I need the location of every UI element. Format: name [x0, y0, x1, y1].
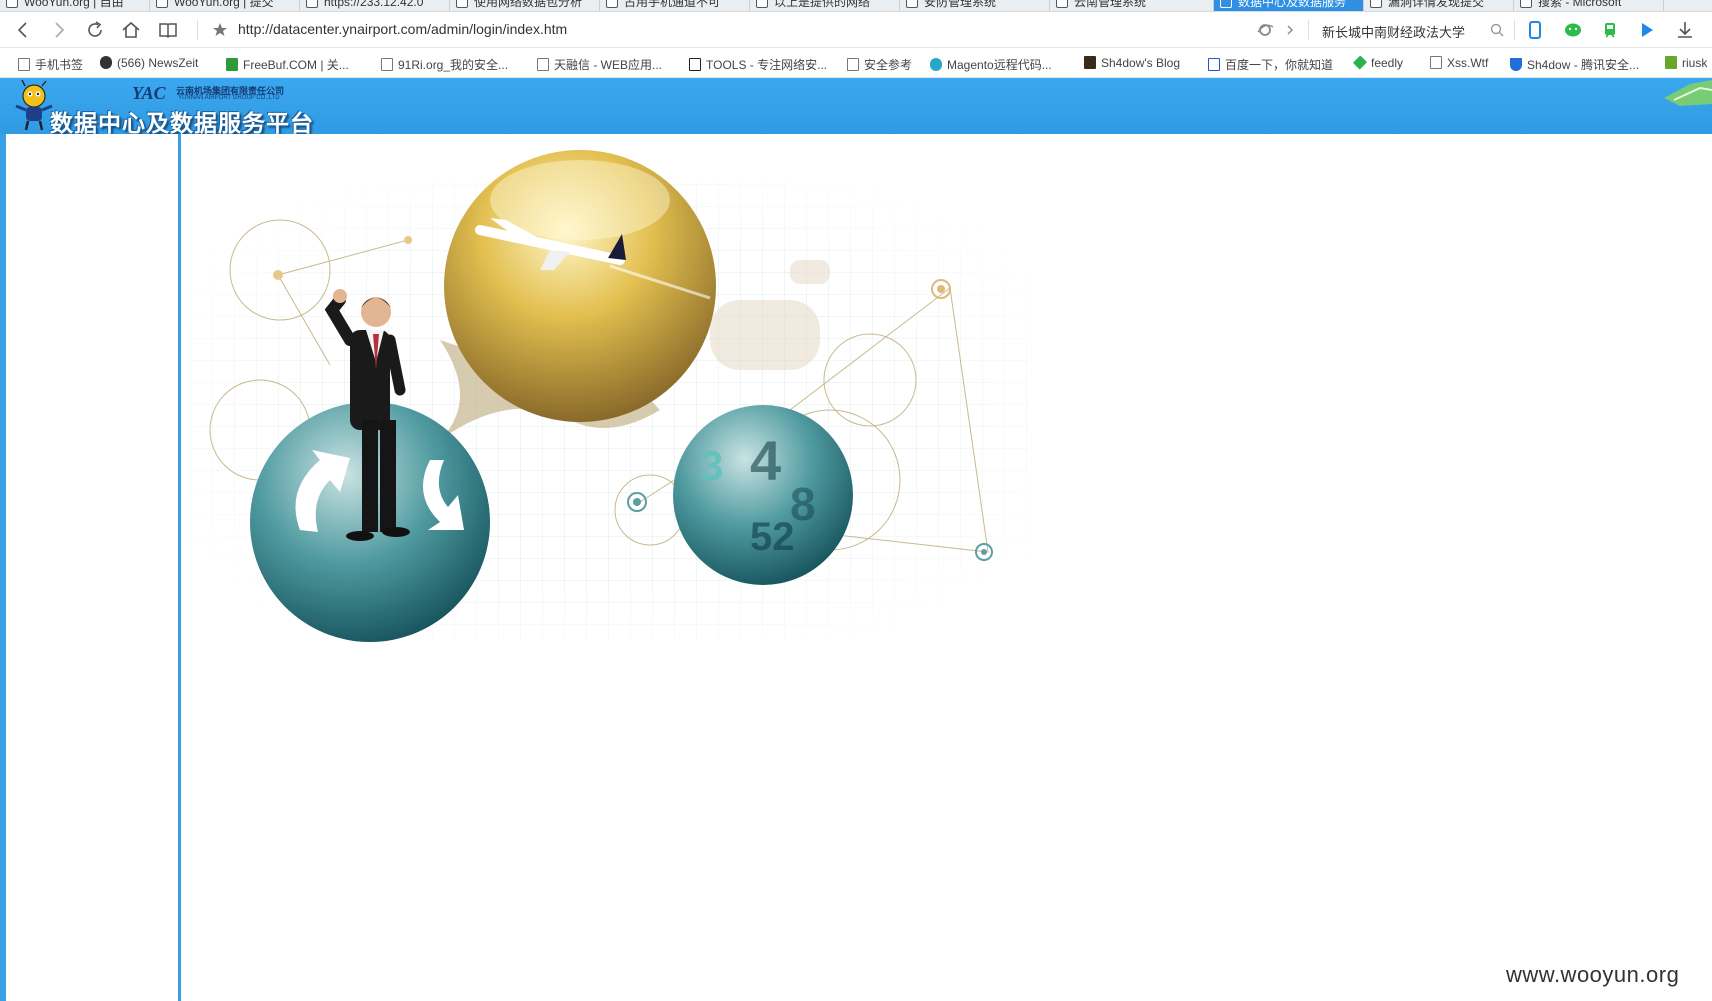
riusk-icon — [1665, 56, 1677, 69]
tab-ip[interactable]: https://233.12.42.0 — [300, 0, 450, 11]
page-icon — [1430, 56, 1442, 69]
page-icon — [1370, 0, 1382, 8]
newszeit-icon — [100, 56, 112, 69]
wechat-button[interactable] — [1560, 18, 1586, 42]
page-icon — [606, 0, 618, 8]
play-icon — [1642, 23, 1653, 37]
browser-window: { "tabs": [ {"label": "WooYun.org | 自由"}… — [0, 0, 1712, 1001]
company-name-en: YUNNAN AIRPORT GROUP CO.,LTD — [178, 95, 280, 101]
page-icon — [756, 0, 768, 8]
bookmark-sh4dow-tencent[interactable]: Sh4dow - 腾讯安全... — [1510, 56, 1639, 73]
navigation-bar: http://datacenter.ynairport.com/admin/lo… — [0, 12, 1712, 48]
page-icon — [156, 0, 168, 8]
bookmark-tools[interactable]: TOOLS - 专注网络安... — [689, 56, 827, 73]
page-icon — [456, 0, 468, 8]
decorative-numbers: 3 — [700, 442, 723, 489]
decorative-numbers: 52 — [750, 515, 795, 559]
bookmark-baidu[interactable]: 百度一下，你就知道 — [1208, 56, 1333, 73]
ie-icon — [1257, 24, 1274, 36]
address-bar[interactable]: http://datacenter.ynairport.com/admin/lo… — [238, 21, 567, 37]
bookmark-newszeit[interactable]: (566) NewsZeit — [100, 56, 198, 70]
bookmarks-bar: 手机书签 (566) NewsZeit FreeBuf.COM | 关... 9… — [0, 48, 1712, 78]
search-button[interactable] — [1484, 18, 1510, 42]
feedly-icon — [1352, 55, 1368, 70]
page-title: 数据中心及数据服务平台 — [50, 111, 314, 137]
bookmark-feedly[interactable]: feedly — [1352, 55, 1403, 70]
baidu-icon — [1208, 58, 1220, 71]
tab-10[interactable]: 漏洞详情发现提交 — [1364, 0, 1514, 11]
home-button[interactable] — [118, 18, 144, 42]
book-icon — [159, 23, 177, 39]
page-icon — [1056, 0, 1068, 8]
company-logo: YAC — [132, 83, 166, 103]
hero-illustration: 3 4 8 52 — [190, 150, 1030, 642]
mobile-button[interactable] — [1522, 18, 1548, 42]
tools-icon — [689, 58, 701, 71]
page-icon — [906, 0, 918, 8]
decoration-icon — [1664, 80, 1712, 106]
shield-icon — [1510, 58, 1522, 71]
page-icon — [381, 58, 393, 71]
bookmark-mobile[interactable]: 手机书签 — [18, 56, 83, 73]
left-frame — [0, 134, 178, 1001]
freebuf-icon — [226, 58, 238, 71]
chevron-right-icon — [1287, 25, 1293, 35]
home-icon — [122, 21, 140, 38]
bookmark-magento[interactable]: Magento远程代码... — [930, 56, 1052, 73]
page-icon — [6, 0, 18, 8]
bookmark-riusk[interactable]: riusk — [1665, 56, 1707, 70]
go-button[interactable] — [1277, 18, 1303, 42]
page-icon — [18, 58, 30, 71]
tab-4[interactable]: 使用网络数据包分析 — [450, 0, 600, 11]
reading-button[interactable] — [155, 18, 181, 42]
reload-icon — [88, 21, 102, 37]
favorite-button[interactable] — [207, 18, 233, 42]
search-input[interactable]: 新长城中南财经政法大学 — [1322, 22, 1465, 41]
site-header: YAC 云南机场集团有限责任公司 YUNNAN AIRPORT GROUP CO… — [0, 78, 1712, 137]
bookmark-topsec[interactable]: 天融信 - WEB应用... — [537, 56, 662, 73]
train-button[interactable] — [1597, 18, 1623, 42]
bookmark-xsswtf[interactable]: Xss.Wtf — [1430, 56, 1488, 70]
ie-mode-button[interactable] — [1252, 18, 1278, 42]
divider — [1308, 20, 1309, 40]
bookmark-91ri[interactable]: 91Ri.org_我的安全... — [381, 56, 508, 73]
arrow-left-icon — [17, 22, 27, 38]
search-icon — [1490, 23, 1504, 37]
decorative-numbers: 4 — [750, 429, 781, 492]
cloud-icon — [930, 58, 942, 71]
page-icon — [306, 0, 318, 8]
reload-button[interactable] — [82, 18, 108, 42]
bookmark-sh4dow-blog[interactable]: Sh4dow's Blog — [1084, 56, 1180, 70]
download-button[interactable] — [1672, 18, 1698, 42]
tab-wooyun-2[interactable]: WooYun.org | 提交 — [150, 0, 300, 11]
tab-strip: WooYun.org | 自由 WooYun.org | 提交 https://… — [0, 0, 1712, 12]
wechat-icon — [1565, 23, 1581, 37]
phone-icon — [1529, 21, 1541, 39]
train-icon — [1605, 23, 1615, 38]
divider — [1514, 20, 1515, 40]
bookmark-freebuf[interactable]: FreeBuf.COM | 关... — [226, 56, 349, 73]
page-icon — [1220, 0, 1232, 8]
play-button[interactable] — [1634, 18, 1660, 42]
tab-11[interactable]: 搜索 - Microsoft — [1514, 0, 1664, 11]
divider — [197, 20, 198, 40]
download-icon — [1678, 22, 1692, 38]
watermark-text: www.wooyun.org — [1506, 962, 1680, 987]
tab-active[interactable]: 数据中心及数据服务 — [1214, 0, 1364, 11]
back-button[interactable] — [10, 18, 36, 42]
tab-wooyun-1[interactable]: WooYun.org | 自由 — [0, 0, 150, 11]
arrow-right-icon — [55, 22, 65, 38]
avatar-icon — [1084, 56, 1096, 69]
tab-7[interactable]: 安防管理系统 — [900, 0, 1050, 11]
page-icon — [847, 58, 859, 71]
page-icon — [537, 58, 549, 71]
bookmark-anquancankao[interactable]: 安全参考 — [847, 56, 912, 73]
page-icon — [1520, 0, 1532, 8]
tab-8[interactable]: 云南管理系统 — [1050, 0, 1214, 11]
tab-6[interactable]: 以上是提供的网络 — [750, 0, 900, 11]
star-icon — [213, 23, 227, 36]
forward-button[interactable] — [46, 18, 72, 42]
tab-5[interactable]: 占用手机通道不可 — [600, 0, 750, 11]
